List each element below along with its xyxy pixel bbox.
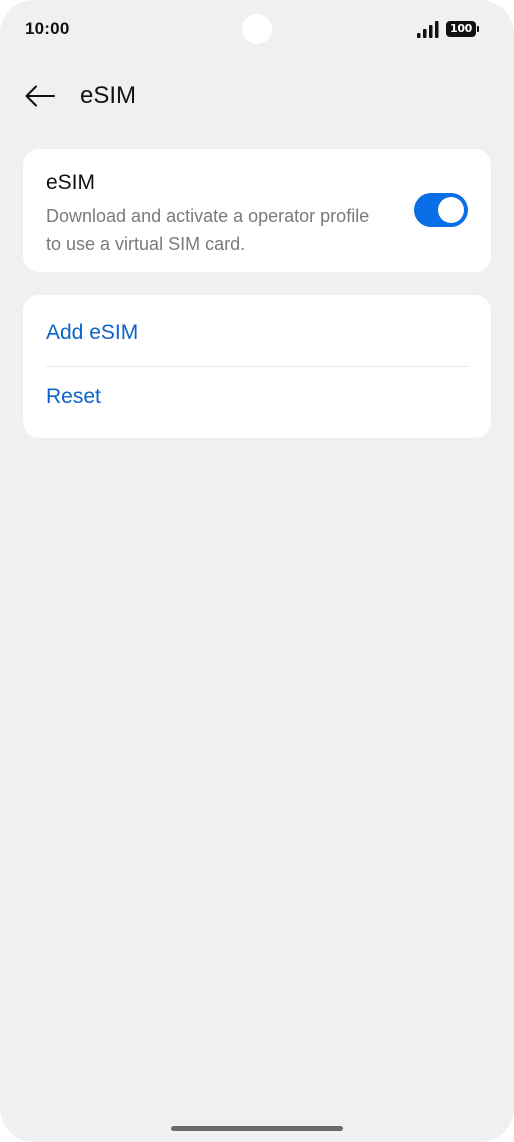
add-esim-button[interactable]: Add eSIM <box>23 295 491 365</box>
esim-actions-card: Add eSIM Reset <box>23 295 491 438</box>
esim-toggle-card: eSIM Download and activate a operator pr… <box>23 149 491 272</box>
page-title: eSIM <box>80 82 137 109</box>
esim-setting-title: eSIM <box>46 171 96 194</box>
toggle-knob <box>438 197 464 223</box>
status-bar: 10:00 100 <box>0 0 514 60</box>
reset-label: Reset <box>46 385 101 408</box>
esim-setting-description: Download and activate a operator profile… <box>46 206 370 254</box>
esim-settings-screen: 10:00 100 eSIM eSIM Download and activat… <box>0 0 514 1142</box>
app-header: eSIM <box>0 72 514 120</box>
arrow-left-icon <box>25 85 55 107</box>
status-time: 10:00 <box>25 19 70 38</box>
back-button[interactable] <box>18 76 62 116</box>
front-camera-cutout <box>242 14 272 44</box>
battery-level: 100 <box>449 22 473 35</box>
add-esim-label: Add eSIM <box>46 321 139 344</box>
signal-bars-icon <box>417 21 439 38</box>
battery-icon: 100 <box>446 21 479 37</box>
reset-button[interactable]: Reset <box>23 367 491 437</box>
home-indicator[interactable] <box>171 1126 343 1131</box>
esim-toggle-switch[interactable] <box>414 193 468 227</box>
